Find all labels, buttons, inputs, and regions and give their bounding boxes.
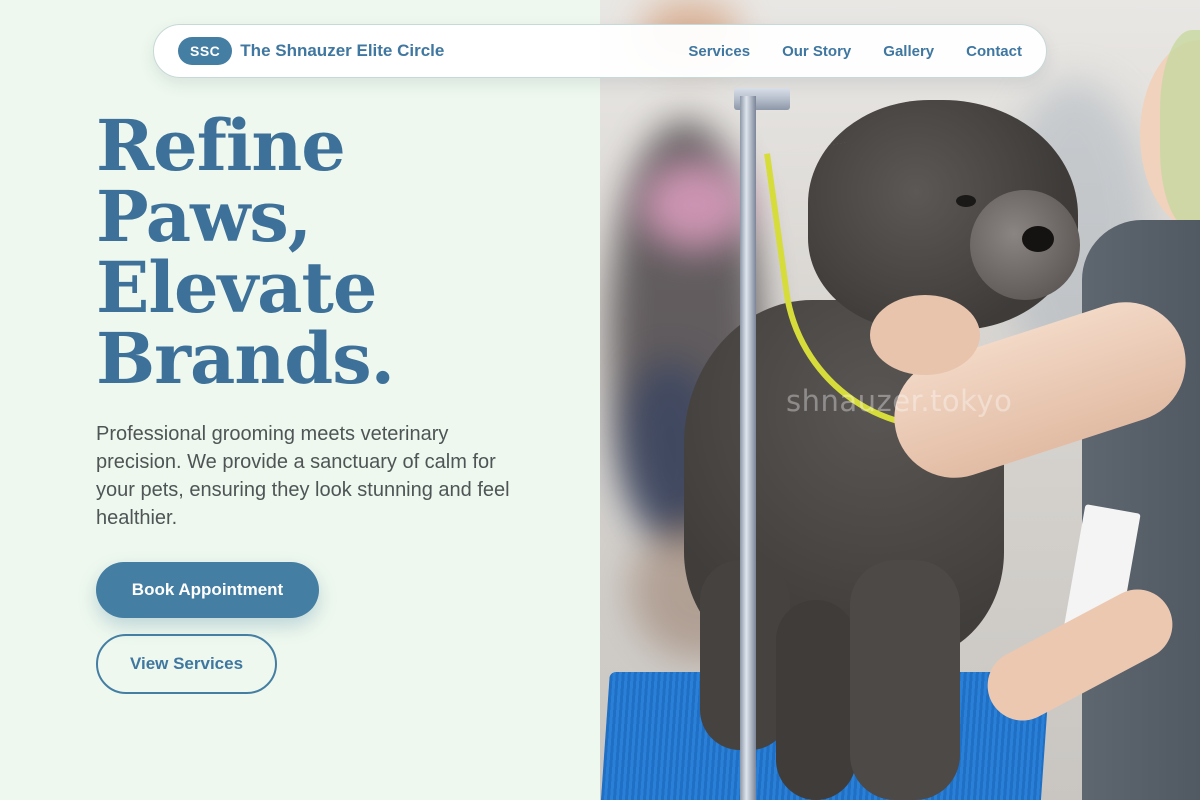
nav-link-services[interactable]: Services <box>688 43 750 60</box>
view-services-button[interactable]: View Services <box>96 634 277 694</box>
hero-description: Professional grooming meets veterinary p… <box>96 423 510 529</box>
book-appointment-button[interactable]: Book Appointment <box>96 562 319 618</box>
top-navbar: SSC The Shnauzer Elite Circle Services O… <box>153 24 1047 78</box>
groomer-hand <box>870 295 980 375</box>
photo-watermark: shnauzer.tokyo <box>786 384 1013 418</box>
photo-bg-pink <box>640 160 750 250</box>
hero-title-line: Elevate <box>96 246 377 329</box>
hero-title-line: Paws, <box>96 175 312 258</box>
dog-eye <box>956 195 976 207</box>
nav-link-gallery[interactable]: Gallery <box>883 43 934 60</box>
hero-title: Refine Paws, Elevate Brands. <box>96 110 556 394</box>
nav-links: Services Our Story Gallery Contact <box>688 43 1022 60</box>
dog-nose <box>1022 226 1054 252</box>
brand-logo-badge[interactable]: SSC <box>178 37 233 65</box>
grooming-pole <box>740 96 756 800</box>
hero-title-line: Refine <box>96 104 346 187</box>
dog-leg <box>776 600 856 800</box>
hero-photo: shnauzer.tokyo <box>600 0 1200 800</box>
brand-name[interactable]: The Shnauzer Elite Circle <box>240 41 444 61</box>
nav-link-our-story[interactable]: Our Story <box>782 43 851 60</box>
nav-link-contact[interactable]: Contact <box>966 43 1022 60</box>
hero-title-line: Brands. <box>96 317 395 400</box>
dog-leg <box>850 560 960 800</box>
